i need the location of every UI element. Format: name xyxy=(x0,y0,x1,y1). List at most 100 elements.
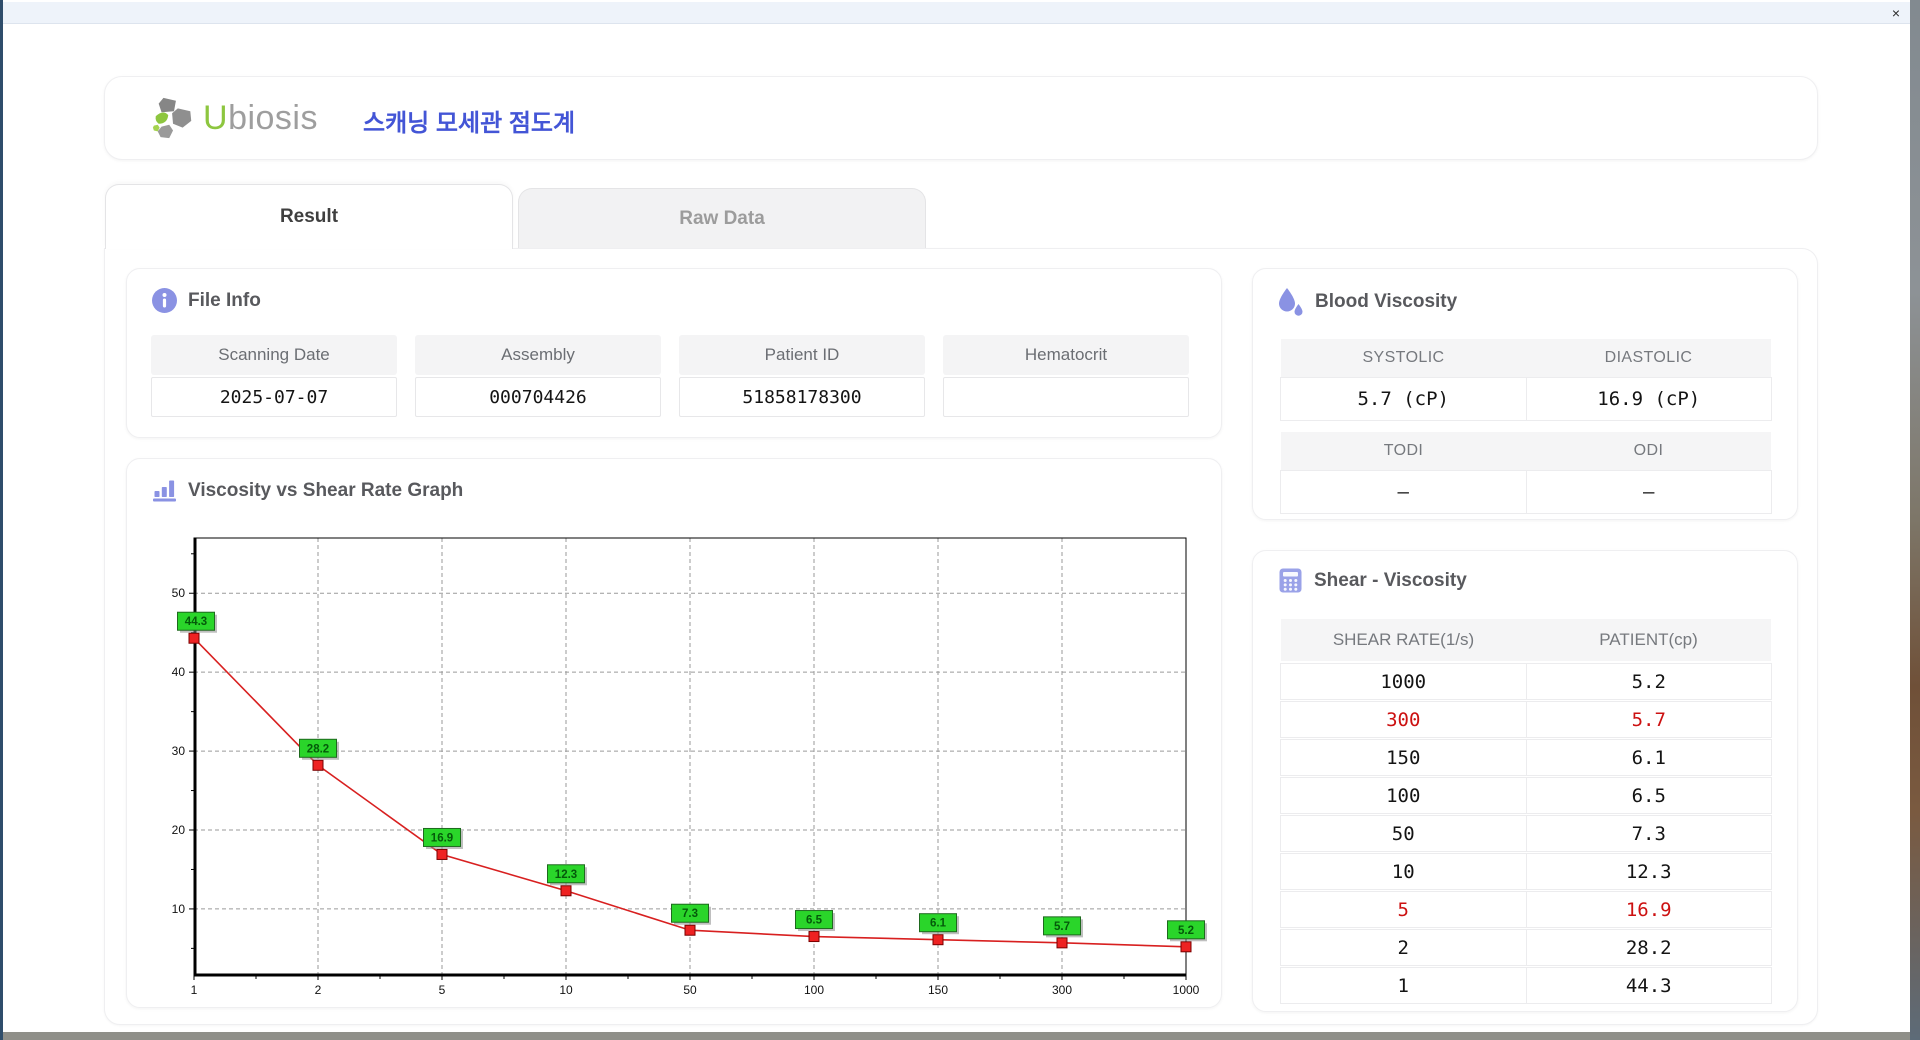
window-left-border xyxy=(0,0,3,1040)
file-info-field: Scanning Date 2025-07-07 xyxy=(151,335,397,417)
field-value: 2025-07-07 xyxy=(151,377,397,417)
table-row: 50 7.3 xyxy=(1280,815,1772,852)
column-header: TODI xyxy=(1383,442,1424,459)
table-row: 100 6.5 xyxy=(1280,777,1772,814)
file-info-field: Hematocrit xyxy=(943,335,1189,417)
table-row: 10 12.3 xyxy=(1280,853,1772,890)
svg-text:50: 50 xyxy=(683,983,697,997)
field-label: Hematocrit xyxy=(943,335,1189,375)
file-info-header: File Info xyxy=(151,287,261,314)
table-row: 1000 5.2 xyxy=(1280,663,1772,700)
field-value: 000704426 xyxy=(415,377,661,417)
column-header: DIASTOLIC xyxy=(1604,349,1693,366)
svg-text:10: 10 xyxy=(172,902,186,916)
cell-patient: 7.3 xyxy=(1525,816,1772,851)
cell-patient: 5.7 xyxy=(1525,702,1772,737)
svg-text:6.5: 6.5 xyxy=(806,915,823,927)
ubiosis-logo-icon xyxy=(151,95,197,141)
svg-text:12.3: 12.3 xyxy=(555,869,577,881)
cell-shear-rate: 50 xyxy=(1391,822,1415,845)
desktop-bottom-strip xyxy=(0,1032,1920,1040)
table-row: 5 16.9 xyxy=(1280,891,1772,928)
table-row: 150 6.1 xyxy=(1280,739,1772,776)
window-titlebar: × xyxy=(3,2,1910,24)
table-row: 2 28.2 xyxy=(1280,929,1772,966)
svg-text:100: 100 xyxy=(804,983,824,997)
svg-text:5: 5 xyxy=(439,983,446,997)
field-label: Scanning Date xyxy=(151,335,397,375)
cell-value: – xyxy=(1525,471,1772,513)
field-value: 51858178300 xyxy=(679,377,925,417)
viscosity-chart-svg: 1 2 5 10 50 100 150 300 1000 10 20 30 40 50 44.3 28.2 16… xyxy=(172,537,1207,997)
cell-shear-rate: 100 xyxy=(1386,784,1421,807)
table-header-row: TODI ODI xyxy=(1281,432,1771,470)
file-info-field: Assembly 000704426 xyxy=(415,335,661,417)
svg-text:5.2: 5.2 xyxy=(1178,925,1194,937)
table-header-row: SYSTOLIC DIASTOLIC xyxy=(1281,339,1771,377)
svg-text:28.2: 28.2 xyxy=(307,743,329,755)
cell-patient: 28.2 xyxy=(1525,930,1772,965)
table-row: – – xyxy=(1280,470,1772,514)
graph-card: Viscosity vs Shear Rate Graph 1 2 5 10 50 100… xyxy=(126,458,1222,1008)
svg-text:6.1: 6.1 xyxy=(930,918,947,930)
blood-viscosity-header: Blood Viscosity xyxy=(1277,287,1457,317)
svg-text:16.9: 16.9 xyxy=(431,832,453,844)
tabs: Result Raw Data xyxy=(105,184,931,249)
viscosity-chart: 1 2 5 10 50 100 150 300 1000 10 20 30 40 50 44.3 28.2 16… xyxy=(141,521,1211,997)
cell-value: 5.7 (cP) xyxy=(1357,388,1449,410)
svg-text:44.3: 44.3 xyxy=(185,616,207,628)
table-row: 300 5.7 xyxy=(1280,701,1772,738)
cell-shear-rate: 5 xyxy=(1397,898,1409,921)
svg-text:300: 300 xyxy=(1052,983,1072,997)
app-title-korean: 스캐닝 모세관 점도계 xyxy=(363,110,576,137)
table-row: 1 44.3 xyxy=(1280,967,1772,1004)
cell-value: 16.9 (cP) xyxy=(1525,378,1772,420)
cell-patient: 5.2 xyxy=(1525,664,1772,699)
field-value xyxy=(943,377,1189,417)
blood-viscosity-title: Blood Viscosity xyxy=(1315,291,1458,312)
bar-chart-icon xyxy=(151,477,178,504)
shear-viscosity-header: Shear - Viscosity xyxy=(1277,567,1467,594)
header-card: Ubiosis 스캐닝 모세관 점도계 xyxy=(104,76,1818,160)
column-header: SHEAR RATE(1/s) xyxy=(1332,630,1475,649)
svg-text:40: 40 xyxy=(172,665,186,679)
cell-shear-rate: 1 xyxy=(1397,974,1409,997)
close-icon[interactable]: × xyxy=(1892,4,1900,22)
shear-viscosity-title: Shear - Viscosity xyxy=(1314,569,1467,591)
table-row: 5.7 (cP) 16.9 (cP) xyxy=(1280,377,1772,421)
shear-viscosity-table: SHEAR RATE(1/s) PATIENT(cp) 1000 5.2 300 5.7 1… xyxy=(1280,619,1772,1004)
column-header: SYSTOLIC xyxy=(1362,349,1445,366)
cell-patient: 12.3 xyxy=(1525,854,1772,889)
ubiosis-logo: Ubiosis xyxy=(151,95,318,141)
shear-viscosity-card: Shear - Viscosity SHEAR RATE(1/s) PATIENT… xyxy=(1252,550,1798,1012)
svg-text:2: 2 xyxy=(315,983,322,997)
file-info-title: File Info xyxy=(188,289,261,311)
cell-patient: 16.9 xyxy=(1525,892,1772,927)
logo-wordmark: Ubiosis xyxy=(203,98,318,137)
svg-text:1: 1 xyxy=(191,983,198,997)
calculator-icon xyxy=(1277,567,1304,594)
blood-viscosity-card: Blood Viscosity SYSTOLIC DIASTOLIC 5.7 (cP… xyxy=(1252,268,1798,520)
info-icon xyxy=(151,287,178,314)
svg-text:1000: 1000 xyxy=(1173,983,1200,997)
table-header-row: SHEAR RATE(1/s) PATIENT(cp) xyxy=(1281,619,1771,661)
cell-value: – xyxy=(1397,481,1409,503)
svg-text:50: 50 xyxy=(172,586,186,600)
cell-shear-rate: 300 xyxy=(1386,708,1421,731)
tab-result[interactable]: Result xyxy=(105,184,513,249)
file-info-fields: Scanning Date 2025-07-07 Assembly 000704426… xyxy=(151,335,1207,417)
desktop-edge-sliver xyxy=(1910,0,1920,1040)
file-info-field: Patient ID 51858178300 xyxy=(679,335,925,417)
graph-title: Viscosity vs Shear Rate Graph xyxy=(188,479,464,501)
field-label: Assembly xyxy=(415,335,661,375)
svg-text:5.7: 5.7 xyxy=(1054,921,1070,933)
cell-shear-rate: 2 xyxy=(1397,936,1409,959)
svg-text:7.3: 7.3 xyxy=(682,908,698,920)
column-header: ODI xyxy=(1633,442,1664,459)
cell-patient: 6.1 xyxy=(1525,740,1772,775)
svg-text:150: 150 xyxy=(928,983,948,997)
cell-shear-rate: 1000 xyxy=(1380,670,1427,693)
blood-viscosity-table: SYSTOLIC DIASTOLIC 5.7 (cP) 16.9 (cP) TODI OD… xyxy=(1280,339,1772,514)
field-label: Patient ID xyxy=(679,335,925,375)
tab-raw-data[interactable]: Raw Data xyxy=(518,188,926,248)
